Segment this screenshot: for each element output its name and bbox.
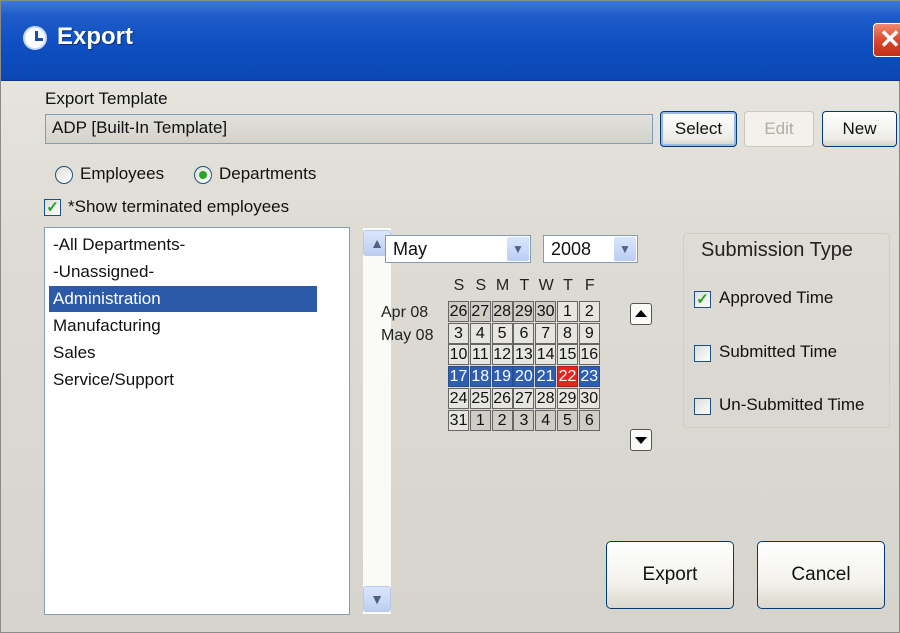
departments-radio[interactable] [194, 166, 212, 184]
calendar-day[interactable]: 2 [491, 409, 513, 431]
calendar-day[interactable]: 17 [448, 366, 469, 388]
export-template-field: ADP [Built-In Template] [45, 114, 653, 144]
chevron-down-icon[interactable]: ▼ [614, 237, 636, 261]
title-bar[interactable]: Export ✕ [1, 1, 900, 81]
month-value: May [393, 239, 428, 259]
day-header: S [475, 277, 487, 294]
calendar-day[interactable]: 20 [513, 366, 535, 388]
day-header: T [519, 277, 530, 294]
calendar-day[interactable]: 23 [578, 366, 600, 388]
departments-list[interactable]: -All Departments- -Unassigned- Administrat… [44, 227, 391, 615]
calendar-day[interactable]: 14 [535, 344, 557, 366]
calendar-day[interactable]: 2 [578, 301, 600, 322]
day-header: S [453, 277, 465, 294]
arrow-up-icon [635, 310, 647, 317]
export-template-label: Export Template [45, 89, 168, 108]
employees-radio[interactable] [55, 166, 73, 184]
calendar-day[interactable]: 27 [513, 387, 535, 409]
calendar-day[interactable]: 8 [557, 322, 578, 344]
calendar-day[interactable]: 28 [491, 301, 513, 322]
year-select[interactable]: 2008 ▼ [543, 235, 638, 263]
day-header: W [538, 277, 554, 294]
new-button[interactable]: New [822, 111, 897, 147]
employees-radio-label: Employees [80, 164, 165, 183]
calendar-day[interactable]: 28 [535, 387, 557, 409]
calendar-day[interactable]: 21 [535, 366, 557, 388]
department-item[interactable]: Sales [49, 340, 317, 366]
calendar-day[interactable]: 13 [513, 344, 535, 366]
department-item[interactable]: Service/Support [49, 367, 317, 393]
day-header: M [495, 277, 510, 294]
calendar-day[interactable]: 5 [557, 409, 578, 431]
departments-radio-label: Departments [219, 164, 317, 183]
chevron-down-icon[interactable]: ▼ [507, 237, 529, 261]
calendar-day[interactable]: 12 [491, 344, 513, 366]
calendar-day[interactable]: 18 [469, 366, 491, 388]
calendar-prev-button[interactable] [630, 303, 652, 325]
calendar-day[interactable]: 19 [491, 366, 513, 388]
calendar-day[interactable]: 3 [513, 409, 535, 431]
department-item[interactable]: Administration [49, 286, 317, 312]
calendar-day[interactable]: 29 [513, 301, 535, 322]
submission-option-checkbox[interactable]: ✓ [694, 291, 711, 308]
department-item[interactable]: Manufacturing [49, 313, 317, 339]
submission-option-label: Submitted Time [719, 342, 838, 361]
calendar-day[interactable]: 7 [535, 322, 557, 344]
calendar-day[interactable]: 25 [469, 387, 491, 409]
export-button[interactable]: Export [606, 541, 734, 609]
arrow-down-icon [635, 437, 647, 444]
close-button[interactable]: ✕ [873, 23, 900, 57]
calendar-row-label: May 08 [381, 327, 434, 344]
day-header: F [584, 277, 595, 294]
submission-type-title: Submission Type [701, 239, 853, 261]
calendar-day[interactable]: 1 [557, 301, 578, 322]
calendar-day[interactable]: 30 [535, 301, 557, 322]
calendar-day[interactable]: 11 [469, 344, 491, 366]
department-item[interactable]: -All Departments- [49, 232, 317, 258]
scroll-down-button[interactable]: ▼ [363, 586, 391, 612]
calendar-day[interactable]: 6 [578, 409, 600, 431]
submission-option-label: Un-Submitted Time [719, 395, 865, 414]
show-terminated-checkbox[interactable]: ✓ [44, 199, 61, 216]
calendar-day[interactable]: 10 [448, 344, 469, 366]
list-scrollbar[interactable]: ▲ ▼ [363, 228, 391, 614]
calendar-day[interactable]: 31 [448, 409, 469, 431]
submission-option-checkbox[interactable] [694, 345, 711, 362]
calendar-day[interactable]: 16 [578, 344, 600, 366]
calendar-day[interactable]: 4 [535, 409, 557, 431]
calendar-day[interactable]: 24 [448, 387, 469, 409]
calendar-day[interactable]: 22 [557, 366, 578, 388]
calendar-day[interactable]: 3 [448, 322, 469, 344]
calendar-row-label: Apr 08 [381, 304, 429, 321]
submission-option-label: Approved Time [719, 288, 834, 307]
calendar-day[interactable]: 6 [513, 322, 535, 344]
calendar-day[interactable]: 9 [578, 322, 600, 344]
edit-button[interactable]: Edit [744, 111, 814, 147]
calendar-day[interactable]: 29 [557, 387, 578, 409]
export-dialog: Export ✕ Export Template ADP [Built-In T… [0, 0, 900, 633]
year-value: 2008 [551, 239, 592, 259]
calendar-day[interactable]: 15 [557, 344, 578, 366]
calendar-day[interactable]: 5 [491, 322, 513, 344]
window-title: Export [57, 23, 134, 50]
calendar-day[interactable]: 27 [469, 301, 491, 322]
calendar-day[interactable]: 26 [491, 387, 513, 409]
calendar-day[interactable]: 30 [578, 387, 600, 409]
month-select[interactable]: May ▼ [385, 235, 531, 263]
cancel-button[interactable]: Cancel [757, 541, 885, 609]
department-item[interactable]: -Unassigned- [49, 259, 317, 285]
clock-icon [23, 26, 47, 50]
day-header: T [563, 277, 573, 294]
select-button[interactable]: Select [660, 111, 737, 147]
calendar-day[interactable]: 4 [469, 322, 491, 344]
submission-option-checkbox[interactable] [694, 398, 711, 415]
calendar-next-button[interactable] [630, 429, 652, 451]
calendar-day[interactable]: 26 [448, 301, 469, 322]
show-terminated-label: *Show terminated employees [68, 197, 290, 216]
calendar-day[interactable]: 1 [469, 409, 491, 431]
